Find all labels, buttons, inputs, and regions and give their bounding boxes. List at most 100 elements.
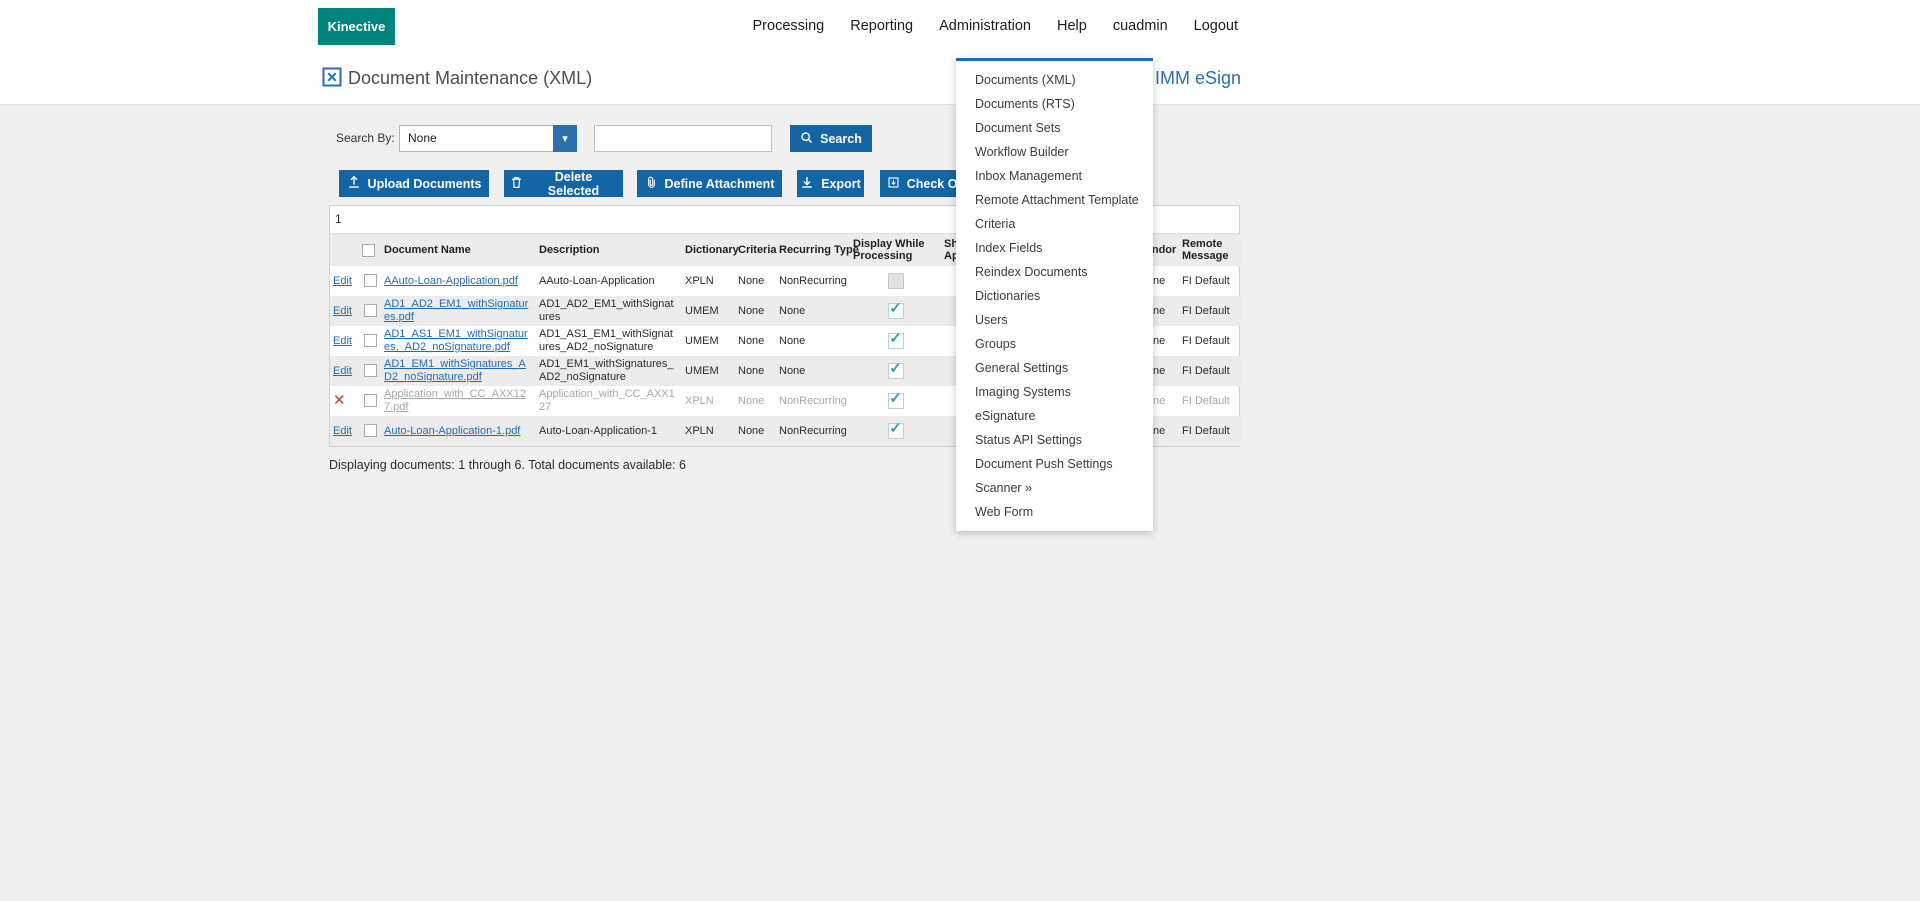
- trash-icon: [510, 176, 523, 192]
- upload-icon: [347, 175, 361, 192]
- recurring-type-cell: NonRecurring: [776, 416, 850, 446]
- delete-selected-button[interactable]: Delete Selected: [504, 170, 623, 197]
- document-name-link[interactable]: Auto-Loan-Application-1.pdf: [384, 425, 520, 437]
- nav-user-cuadmin[interactable]: cuadmin: [1113, 18, 1168, 34]
- menu-item-esignature[interactable]: eSignature: [956, 404, 1153, 428]
- recurring-type-cell: None: [776, 296, 850, 326]
- description-cell: AD1_AS1_EM1_withSignatures_AD2_noSignatu…: [536, 326, 682, 356]
- row-checkbox[interactable]: [364, 304, 377, 317]
- recurring-type-cell: None: [776, 356, 850, 386]
- menu-item-inbox-management[interactable]: Inbox Management: [956, 164, 1153, 188]
- column-header-recurring-type: Recurring Type: [776, 234, 850, 266]
- recurring-type-cell: NonRecurring: [776, 386, 850, 416]
- document-name-link[interactable]: AD1_AS1_EM1_withSignatures,_AD2_noSignat…: [384, 328, 528, 353]
- edit-link[interactable]: Edit: [333, 425, 352, 437]
- define-attachment-button[interactable]: Define Attachment: [637, 170, 782, 197]
- edit-link[interactable]: Edit: [333, 305, 352, 317]
- column-header-dictionary: Dictionary: [682, 234, 735, 266]
- dictionary-cell: UMEM: [682, 356, 735, 386]
- menu-item-document-push-settings[interactable]: Document Push Settings: [956, 452, 1153, 476]
- criteria-cell: None: [735, 356, 776, 386]
- nav-logout[interactable]: Logout: [1194, 18, 1238, 34]
- download-icon: [800, 175, 814, 192]
- search-by-selected-value: None: [400, 126, 576, 151]
- display-while-processing-checkbox: ✓: [888, 393, 904, 409]
- search-input[interactable]: [594, 125, 772, 152]
- remove-x-icon[interactable]: ✕: [333, 393, 346, 408]
- column-header-description: Description: [536, 234, 682, 266]
- menu-item-general-settings[interactable]: General Settings: [956, 356, 1153, 380]
- menu-item-documents-rts[interactable]: Documents (RTS): [956, 92, 1153, 116]
- criteria-cell: None: [735, 266, 776, 296]
- nav-administration[interactable]: Administration: [939, 18, 1031, 34]
- description-cell: AAuto-Loan-Application: [536, 266, 682, 296]
- document-name-link[interactable]: Application_with_CC_AXX127.pdf: [384, 388, 526, 413]
- recurring-type-cell: None: [776, 326, 850, 356]
- check-out-icon: [887, 176, 900, 192]
- dictionary-cell: UMEM: [682, 326, 735, 356]
- recurring-type-cell: NonRecurring: [776, 266, 850, 296]
- document-name-link[interactable]: AAuto-Loan-Application.pdf: [384, 275, 518, 287]
- menu-item-dictionaries[interactable]: Dictionaries: [956, 284, 1153, 308]
- remote-message-cell: FI Default: [1179, 416, 1241, 446]
- edit-link[interactable]: Edit: [333, 335, 352, 347]
- row-checkbox[interactable]: [364, 274, 377, 287]
- documents-summary: Displaying documents: 1 through 6. Total…: [329, 458, 686, 472]
- criteria-cell: None: [735, 326, 776, 356]
- menu-item-users[interactable]: Users: [956, 308, 1153, 332]
- dictionary-cell: XPLN: [682, 416, 735, 446]
- menu-item-reindex-documents[interactable]: Reindex Documents: [956, 260, 1153, 284]
- row-checkbox[interactable]: [364, 334, 377, 347]
- description-cell: AD1_EM1_withSignatures_AD2_noSignature: [536, 356, 682, 386]
- search-by-label: Search By:: [336, 131, 395, 145]
- criteria-cell: None: [735, 416, 776, 446]
- check-icon: ✓: [889, 394, 902, 404]
- check-icon: ✓: [889, 364, 902, 374]
- select-all-checkbox[interactable]: [362, 244, 375, 257]
- app-window: Kinective Processing Reporting Administr…: [0, 0, 1920, 901]
- menu-item-documents-xml[interactable]: Documents (XML): [956, 68, 1153, 92]
- display-while-processing-checkbox: ✓: [888, 423, 904, 439]
- search-button[interactable]: Search: [790, 125, 872, 152]
- chevron-down-icon[interactable]: ▾: [553, 125, 577, 152]
- page-number-1[interactable]: 1: [335, 212, 342, 226]
- export-button[interactable]: Export: [797, 170, 864, 197]
- export-label: Export: [821, 177, 861, 191]
- remote-message-cell: FI Default: [1179, 356, 1241, 386]
- administration-dropdown-menu: Documents (XML) Documents (RTS) Document…: [956, 58, 1153, 531]
- menu-item-index-fields[interactable]: Index Fields: [956, 236, 1153, 260]
- define-attachment-label: Define Attachment: [665, 177, 775, 191]
- row-checkbox[interactable]: [364, 364, 377, 377]
- edit-link[interactable]: Edit: [333, 365, 352, 377]
- document-name-link[interactable]: AD1_AD2_EM1_withSignatures.pdf: [384, 298, 528, 323]
- kinective-logo[interactable]: Kinective: [318, 8, 395, 45]
- menu-item-status-api-settings[interactable]: Status API Settings: [956, 428, 1153, 452]
- remote-message-cell: FI Default: [1179, 326, 1241, 356]
- menu-item-criteria[interactable]: Criteria: [956, 212, 1153, 236]
- row-checkbox[interactable]: [364, 394, 377, 407]
- xml-document-icon: [322, 67, 342, 87]
- document-name-link[interactable]: AD1_EM1_withSignatures_AD2_noSignature.p…: [384, 358, 526, 383]
- menu-item-document-sets[interactable]: Document Sets: [956, 116, 1153, 140]
- edit-column-header: [330, 234, 359, 266]
- check-icon: ✓: [889, 334, 902, 344]
- edit-link[interactable]: Edit: [333, 275, 352, 287]
- nav-processing[interactable]: Processing: [753, 18, 825, 34]
- upload-documents-button[interactable]: Upload Documents: [339, 170, 489, 197]
- delete-selected-label: Delete Selected: [530, 170, 617, 198]
- imm-esign-brand: IMM eSign: [1155, 52, 1241, 104]
- row-checkbox[interactable]: [364, 424, 377, 437]
- menu-item-groups[interactable]: Groups: [956, 332, 1153, 356]
- search-by-dropdown[interactable]: None ▾: [399, 125, 577, 152]
- nav-reporting[interactable]: Reporting: [850, 18, 913, 34]
- menu-item-remote-attachment-template[interactable]: Remote Attachment Template: [956, 188, 1153, 212]
- page-title: Document Maintenance (XML): [348, 52, 592, 104]
- menu-item-scanner[interactable]: Scanner »: [956, 476, 1153, 500]
- menu-item-imaging-systems[interactable]: Imaging Systems: [956, 380, 1153, 404]
- column-header-display-while-processing: Display While Processing: [850, 234, 941, 266]
- nav-help[interactable]: Help: [1057, 18, 1087, 34]
- description-cell: Application_with_CC_AXX127: [536, 386, 682, 416]
- menu-item-web-form[interactable]: Web Form: [956, 500, 1153, 524]
- description-cell: AD1_AD2_EM1_withSignatures: [536, 296, 682, 326]
- menu-item-workflow-builder[interactable]: Workflow Builder: [956, 140, 1153, 164]
